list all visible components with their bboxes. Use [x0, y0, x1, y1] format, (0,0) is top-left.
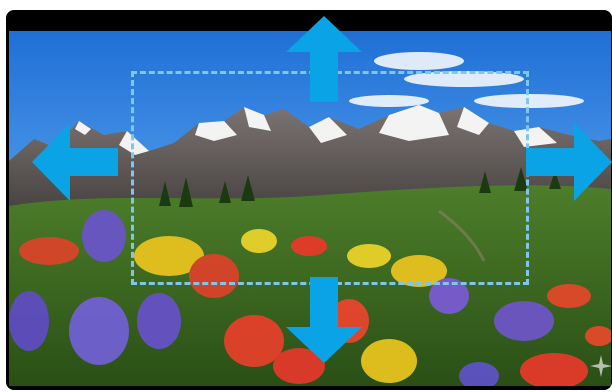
- resize-handle-left[interactable]: [32, 123, 118, 201]
- arrow-up-icon: [286, 16, 362, 102]
- arrow-right-icon: [526, 123, 612, 201]
- sparkle-icon: [590, 355, 612, 377]
- resize-handle-up[interactable]: [284, 16, 364, 102]
- crop-selection-frame[interactable]: [131, 71, 529, 285]
- arrow-down-icon: [286, 277, 362, 363]
- resize-handle-down[interactable]: [284, 277, 364, 363]
- resize-handle-right[interactable]: [526, 123, 612, 201]
- arrow-left-icon: [32, 123, 118, 201]
- image-editor-canvas: [6, 10, 612, 390]
